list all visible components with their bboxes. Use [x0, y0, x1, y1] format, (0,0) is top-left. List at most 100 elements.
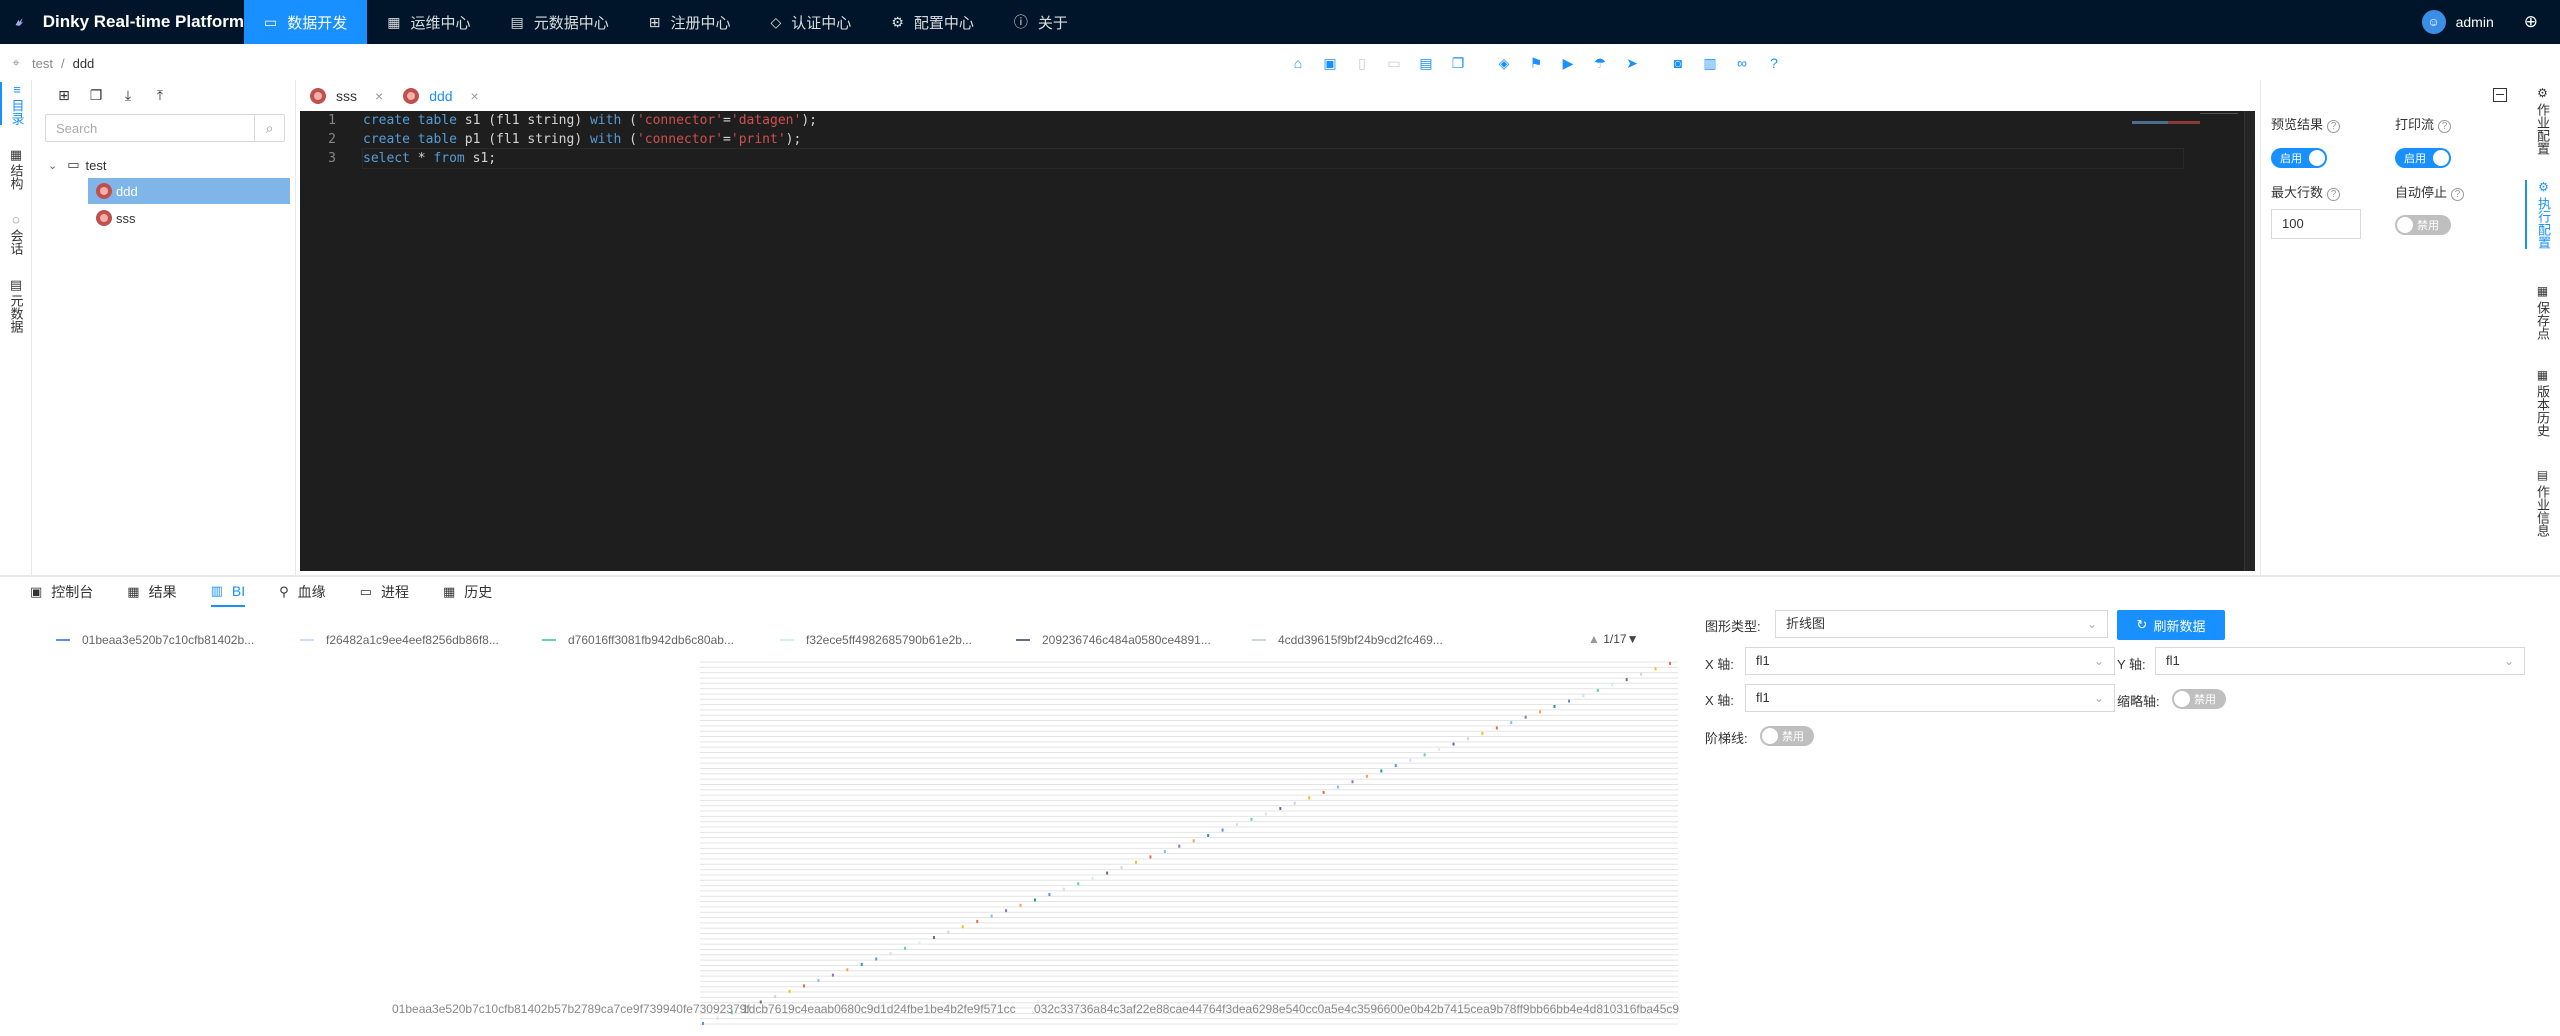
chart-point[interactable]	[1163, 850, 1166, 854]
chart-point[interactable]	[1264, 812, 1267, 816]
save-icon[interactable]: ▤	[1410, 52, 1442, 74]
pager-next-icon[interactable]: ▼	[1627, 632, 1639, 646]
search-placeholder[interactable]: Search	[46, 121, 254, 136]
chart-point[interactable]	[1567, 699, 1570, 703]
editor-minimap[interactable]	[2132, 113, 2242, 124]
chart-point[interactable]	[1062, 887, 1065, 891]
flag-icon[interactable]: ⚑	[1520, 52, 1552, 74]
chart-point[interactable]	[1091, 876, 1094, 880]
help-icon[interactable]: ?	[1758, 52, 1790, 74]
right-tab-job-config[interactable]: ⚙ 作业配置	[2525, 86, 2560, 155]
run-icon[interactable]: ▶	[1552, 52, 1584, 74]
tree-search-input[interactable]: Search ⌕	[45, 114, 285, 142]
chart-point[interactable]	[1611, 683, 1614, 687]
refresh-data-button[interactable]: ↻ 刷新数据	[2117, 610, 2225, 640]
chart-point[interactable]	[1207, 833, 1210, 837]
chart-point[interactable]	[1654, 667, 1657, 671]
step-line-switch[interactable]: 禁用	[1760, 726, 1814, 746]
chevron-down-icon[interactable]: ⌄	[48, 159, 57, 172]
chart-point[interactable]	[1524, 715, 1527, 719]
legend-pager[interactable]: ▲ 1/17▼	[1588, 632, 1638, 646]
chart-point[interactable]	[1019, 903, 1022, 907]
chart-point[interactable]	[1423, 753, 1426, 757]
menu-item-metadata[interactable]: ▤ 元数据中心	[491, 0, 629, 44]
chart-point[interactable]	[1178, 844, 1181, 848]
chart-point[interactable]	[961, 925, 964, 929]
search-icon[interactable]: ⌕	[254, 115, 284, 141]
preview-result-switch[interactable]: 启用	[2271, 148, 2327, 168]
tab-process[interactable]: ▭ 进程	[360, 577, 409, 607]
chart-point[interactable]	[788, 989, 791, 993]
download-icon[interactable]: ⤓	[112, 87, 144, 104]
debug-icon[interactable]: ☂	[1584, 52, 1616, 74]
right-tab-version-history[interactable]: ▦ 版本历史	[2525, 368, 2560, 437]
collapse-panel-icon[interactable]	[2493, 88, 2507, 102]
language-globe-icon[interactable]: ⊕	[2524, 12, 2538, 32]
chart-point[interactable]	[1452, 742, 1455, 746]
chart-point[interactable]	[1279, 807, 1282, 811]
chart-point[interactable]	[1481, 731, 1484, 735]
delete-icon[interactable]: ▥	[1694, 52, 1726, 74]
legend-item-5[interactable]: 4cdd39615f9bf24b9cd2fc469...	[1252, 632, 1443, 648]
code-area[interactable]: create table s1 (fl1 string) with ('conn…	[362, 111, 2184, 169]
max-rows-input[interactable]: 100	[2271, 209, 2361, 239]
chart-type-select[interactable]: 折线图 ⌄	[1775, 610, 2108, 638]
chart-point[interactable]	[947, 930, 950, 934]
chart-point[interactable]	[1582, 694, 1585, 698]
chart-point[interactable]	[817, 979, 820, 983]
chart-point[interactable]	[976, 919, 979, 923]
chart-point[interactable]	[1669, 662, 1671, 665]
menu-item-auth[interactable]: ◇ 认证中心	[751, 0, 872, 44]
check-shield-icon[interactable]: ◈	[1488, 52, 1520, 74]
camera-icon[interactable]: ◙	[1662, 52, 1694, 74]
chart-point[interactable]	[1438, 747, 1441, 751]
chart-point[interactable]	[1322, 790, 1325, 794]
copy-icon[interactable]: ❐	[80, 87, 112, 104]
chart-point[interactable]	[1380, 769, 1383, 773]
chart-point[interactable]	[716, 1016, 719, 1020]
chart-point[interactable]	[932, 936, 935, 940]
username[interactable]: admin	[2456, 14, 2494, 30]
chart-point[interactable]	[990, 914, 993, 918]
pager-prev-icon[interactable]: ▲	[1588, 632, 1600, 646]
chart-point[interactable]	[904, 946, 907, 950]
left-tab-structure[interactable]: ▦ 结构	[0, 147, 32, 190]
tab-bi[interactable]: ▥ BI	[210, 577, 246, 607]
chart-point[interactable]	[1134, 860, 1137, 864]
submit-send-icon[interactable]: ➤	[1616, 52, 1648, 74]
tab-ddd[interactable]: ddd ×	[393, 80, 489, 111]
chart-point[interactable]	[1236, 823, 1239, 827]
chart-point[interactable]	[1221, 828, 1224, 832]
chart-point[interactable]	[1106, 871, 1109, 875]
left-tab-metadata[interactable]: ▤ 元数据	[0, 277, 32, 333]
tree-file-ddd[interactable]: ddd	[88, 178, 290, 204]
chart-point[interactable]	[1250, 817, 1253, 821]
chart-point[interactable]	[918, 941, 921, 945]
breadcrumb-root[interactable]: test	[32, 56, 53, 71]
chart-point[interactable]	[774, 995, 777, 999]
chart-point[interactable]	[860, 962, 863, 966]
upload-icon[interactable]: ⤒	[144, 87, 176, 104]
chart-point[interactable]	[702, 1022, 704, 1025]
avatar[interactable]: ☺	[2421, 10, 2446, 34]
chart-point[interactable]	[1596, 688, 1599, 692]
chart-point[interactable]	[875, 957, 878, 961]
menu-item-ops[interactable]: ▦ 运维中心	[367, 0, 490, 44]
chart-point[interactable]	[1394, 764, 1397, 768]
x-axis-select[interactable]: fl1 ⌄	[1745, 647, 2115, 675]
right-tab-savepoint[interactable]: ▦ 保存点	[2525, 284, 2560, 340]
chart-point[interactable]	[889, 952, 892, 956]
close-icon[interactable]: ×	[375, 88, 383, 104]
legend-item-0[interactable]: 01beaa3e520b7c10cfb81402b...	[56, 632, 254, 648]
open-folder-icon[interactable]: ▭	[1378, 52, 1410, 74]
chart-point[interactable]	[1625, 678, 1628, 682]
left-tab-session[interactable]: ◌ 会话	[0, 212, 32, 255]
chart-point[interactable]	[1466, 737, 1469, 741]
chart-point[interactable]	[1553, 704, 1556, 708]
export-graph-icon[interactable]: ⌂	[1282, 52, 1314, 74]
left-tab-catalog[interactable]: ≡ 目录	[0, 82, 32, 125]
tab-result[interactable]: ▦ 结果	[127, 577, 176, 607]
legend-item-2[interactable]: d76016ff3081fb942db6c80ab...	[542, 632, 734, 648]
new-folder-icon[interactable]: ⊞	[48, 87, 80, 104]
legend-item-4[interactable]: 209236746c484a0580ce4891...	[1016, 632, 1211, 648]
